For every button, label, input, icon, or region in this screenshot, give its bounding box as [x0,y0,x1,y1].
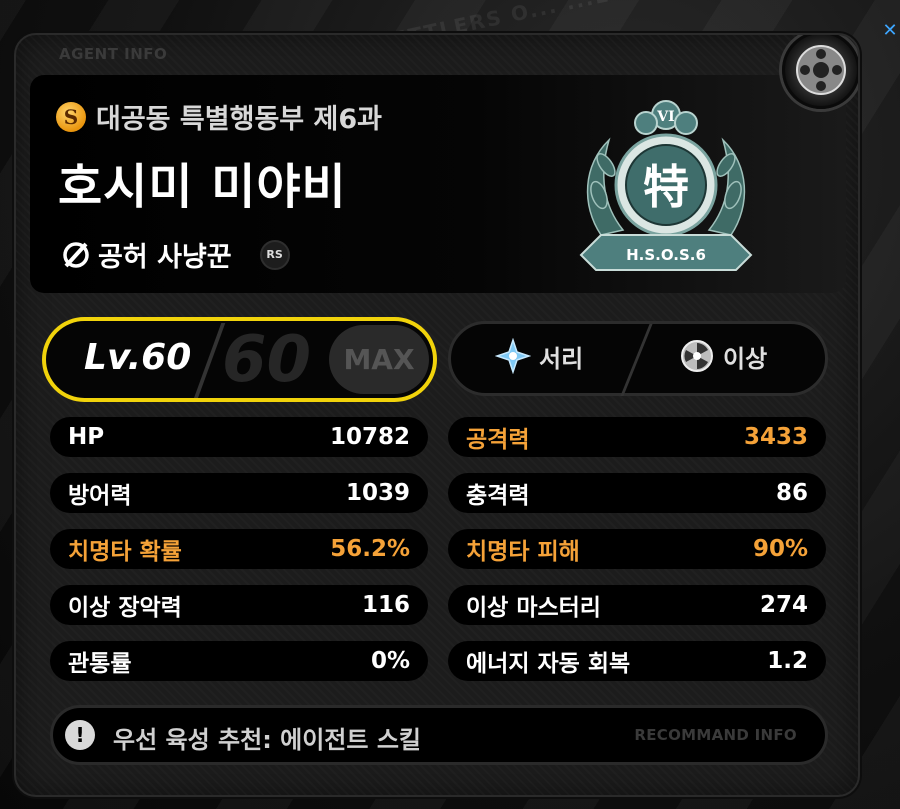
stat-label: 에너지 자동 회복 [466,651,631,677]
faction-coin-icon: S [56,101,86,132]
stat-value: 56.2% [330,536,410,562]
type-label: 이상 [723,344,768,373]
level-divider [190,323,226,398]
stat-anomaly-mastery: 이상 마스터리 274 [448,585,826,625]
stat-impact: 충격력 86 [448,473,826,513]
stat-label: 치명타 피해 [466,539,580,565]
stat-attack: 공격력 3433 [448,417,826,457]
stat-label: 이상 마스터리 [466,595,601,621]
alert-icon: ! [65,720,95,750]
w-engine-disk-button[interactable] [782,35,858,109]
stat-value: 116 [361,592,410,618]
element-attribute: 서리 [495,338,583,374]
stat-value: 0% [370,648,410,674]
level-display: Lv.60 60 MAX [42,317,437,402]
stat-label: 충격력 [466,483,530,509]
film-reel-icon [796,45,846,95]
agent-info-panel: AGENT INFO S 대공동 특별행동부 제6과 호시미 미야비 공허 사냥… [14,33,860,797]
close-icon[interactable]: ✕ [882,20,898,42]
stat-label: 방어력 [68,483,132,509]
void-hunter-icon [63,241,89,268]
stat-value: 3433 [743,424,808,450]
type-attribute: 이상 [679,338,767,374]
emblem-ribbon-text: H.S.O.S.6 [626,246,706,264]
attribute-box: 서리 이상 [448,321,828,396]
emblem-center-text: 特 [643,160,689,214]
stat-value: 90% [752,536,808,562]
faction-name: 대공동 특별행동부 제6과 [96,104,382,135]
specialty-label: 공허 사냥꾼 [98,242,232,273]
emblem-top-text: VI [656,109,674,125]
stat-label: 치명타 확률 [68,539,182,565]
stat-anomaly-proficiency: 이상 장악력 116 [50,585,428,625]
stat-crit-rate: 치명타 확률 56.2% [50,529,428,569]
level-label: Lv.60 [84,337,192,378]
level-big-number: 60 [222,323,312,397]
stat-label: 이상 장악력 [68,595,182,621]
stat-value: 86 [775,480,808,506]
stat-label: HP [68,424,105,450]
hsos6-emblem: VI 特 H.S.O.S.6 [579,100,753,271]
recommend-bar[interactable]: ! 우선 육성 추천: 에이전트 스킬 RECOMMAND INFO [50,705,828,765]
agent-name: 호시미 미야비 [58,159,347,215]
agent-header-card: S 대공동 특별행동부 제6과 호시미 미야비 공허 사냥꾼 RS VI 特 H… [30,75,846,293]
frost-icon [495,338,531,374]
stat-value: 1039 [345,480,410,506]
stat-defense: 방어력 1039 [50,473,428,513]
max-badge: MAX [329,325,429,394]
attribute-divider [620,324,653,396]
rank-badge: RS [259,239,290,270]
stat-energy-regen: 에너지 자동 회복 1.2 [448,641,826,681]
stat-value: 1.2 [767,648,808,674]
faction-row: S 대공동 특별행동부 제6과 [56,97,382,136]
recommend-text: 우선 육성 추천: 에이전트 스킬 [113,726,421,754]
stat-crit-damage: 치명타 피해 90% [448,529,826,569]
stat-pen-ratio: 관통률 0% [50,641,428,681]
stat-value: 274 [759,592,808,618]
anomaly-icon [681,340,713,372]
specialty-row: 공허 사냥꾼 RS [60,235,290,274]
stat-hp: HP 10782 [50,417,428,457]
element-label: 서리 [539,344,584,373]
recommend-info-label: RECOMMAND INFO [634,726,797,744]
panel-label: AGENT INFO [59,45,168,63]
stat-label: 공격력 [466,427,530,453]
stat-value: 10782 [329,424,410,450]
stat-label: 관통률 [68,651,132,677]
